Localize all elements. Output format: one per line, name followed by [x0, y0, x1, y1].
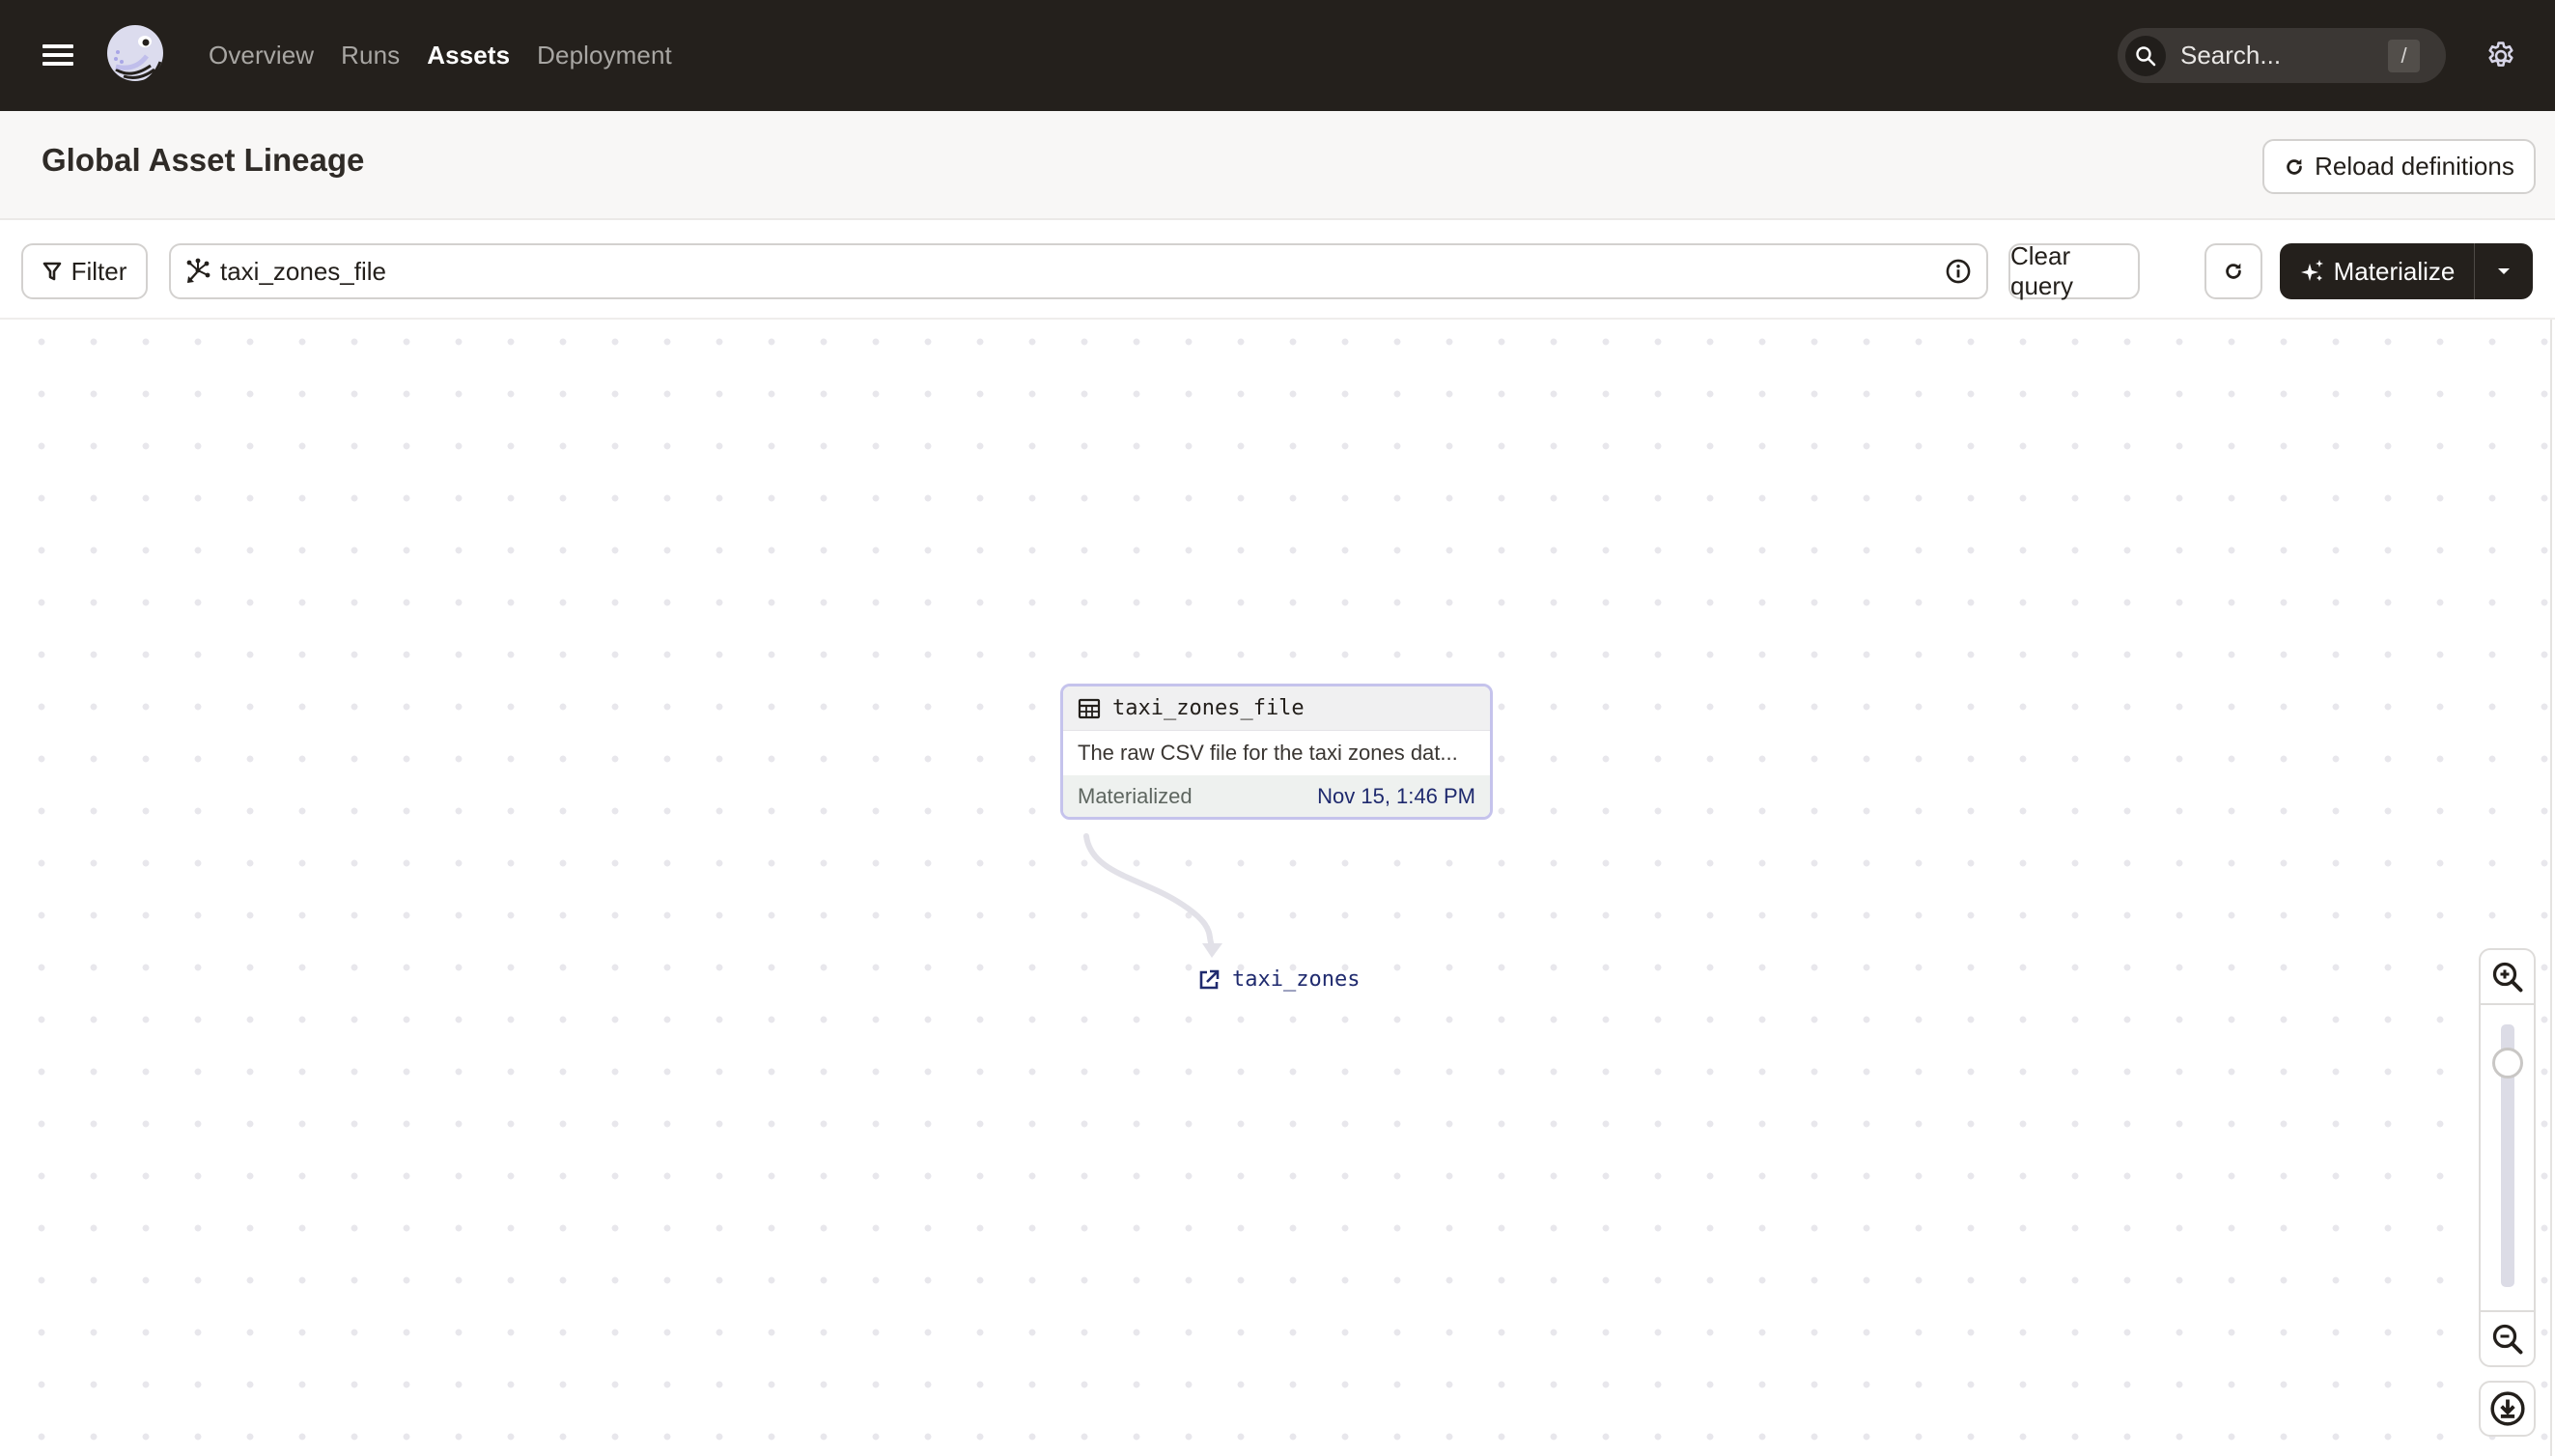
top-nav: Overview Runs Assets Deployment Search..… — [0, 0, 2555, 111]
asset-node-timestamp[interactable]: Nov 15, 1:46 PM — [1317, 784, 1475, 809]
materialize-split-button: Materialize — [2280, 243, 2533, 299]
refresh-icon — [2287, 158, 2302, 175]
filter-button[interactable]: Filter — [21, 243, 148, 299]
zoom-in-icon — [2492, 962, 2522, 992]
reload-definitions-label: Reload definitions — [2315, 152, 2514, 181]
materialize-options-button[interactable] — [2475, 243, 2533, 299]
lineage-toolbar: Filter Clear query Materialize — [0, 220, 2555, 320]
primary-nav: Overview Runs Assets Deployment — [209, 0, 672, 111]
download-graph-button[interactable] — [2479, 1381, 2536, 1437]
nav-runs[interactable]: Runs — [341, 41, 400, 70]
filter-icon — [42, 262, 61, 281]
refresh-icon — [2226, 263, 2241, 279]
page-header: Global Asset Lineage Reload definitions — [0, 111, 2555, 220]
zoom-out-button[interactable] — [2481, 1310, 2534, 1365]
dagster-logo[interactable] — [102, 23, 168, 87]
asset-graph-canvas[interactable]: taxi_zones_file The raw CSV file for the… — [0, 320, 2552, 1456]
zoom-slider-thumb[interactable] — [2492, 1048, 2523, 1078]
nav-assets[interactable]: Assets — [427, 41, 510, 70]
asset-node-status-row: Materialized Nov 15, 1:46 PM — [1063, 775, 1490, 817]
asset-node[interactable]: taxi_zones_file The raw CSV file for the… — [1060, 684, 1493, 820]
search-icon — [2125, 35, 2166, 76]
asset-query-text[interactable] — [220, 256, 1945, 287]
asset-query-input[interactable] — [169, 243, 1988, 299]
search-placeholder: Search... — [2180, 41, 2282, 70]
downstream-asset-name: taxi_zones — [1232, 967, 1361, 992]
asset-node-header: taxi_zones_file — [1063, 686, 1490, 731]
sparkle-icon — [2300, 260, 2323, 281]
lineage-edge — [1083, 833, 1222, 958]
search-input[interactable]: Search... / — [2118, 28, 2446, 83]
info-icon[interactable] — [1945, 258, 1972, 285]
zoom-controls — [2479, 948, 2536, 1367]
nav-deployment[interactable]: Deployment — [537, 41, 672, 70]
download-icon — [2489, 1391, 2525, 1426]
clear-query-button[interactable]: Clear query — [2008, 241, 2140, 300]
reload-definitions-button[interactable]: Reload definitions — [2262, 139, 2536, 194]
hamburger-icon[interactable] — [41, 41, 75, 70]
asset-node-name: taxi_zones_file — [1112, 696, 1305, 720]
asset-node-description: The raw CSV file for the taxi zones dat.… — [1063, 731, 1490, 775]
materialize-label: Materialize — [2333, 256, 2456, 286]
zoom-out-icon — [2492, 1324, 2522, 1354]
asset-node-status: Materialized — [1078, 783, 1193, 808]
caret-down-icon — [2498, 268, 2510, 274]
filter-label: Filter — [70, 256, 127, 286]
zoom-in-button[interactable] — [2481, 950, 2534, 1005]
external-link-icon — [1199, 969, 1220, 989]
downstream-asset-link[interactable]: taxi_zones — [1197, 967, 1360, 992]
clear-query-label: Clear query — [2010, 241, 2074, 300]
zoom-slider[interactable] — [2492, 1024, 2523, 1287]
materialize-button[interactable]: Materialize — [2280, 243, 2475, 299]
nav-overview[interactable]: Overview — [209, 41, 314, 70]
gear-icon[interactable] — [2485, 40, 2517, 72]
table-icon — [1078, 698, 1101, 718]
refresh-button[interactable] — [2204, 243, 2262, 299]
search-shortcut-key: / — [2388, 39, 2420, 72]
asset-selection-icon — [186, 258, 211, 283]
page-title: Global Asset Lineage — [42, 142, 365, 178]
